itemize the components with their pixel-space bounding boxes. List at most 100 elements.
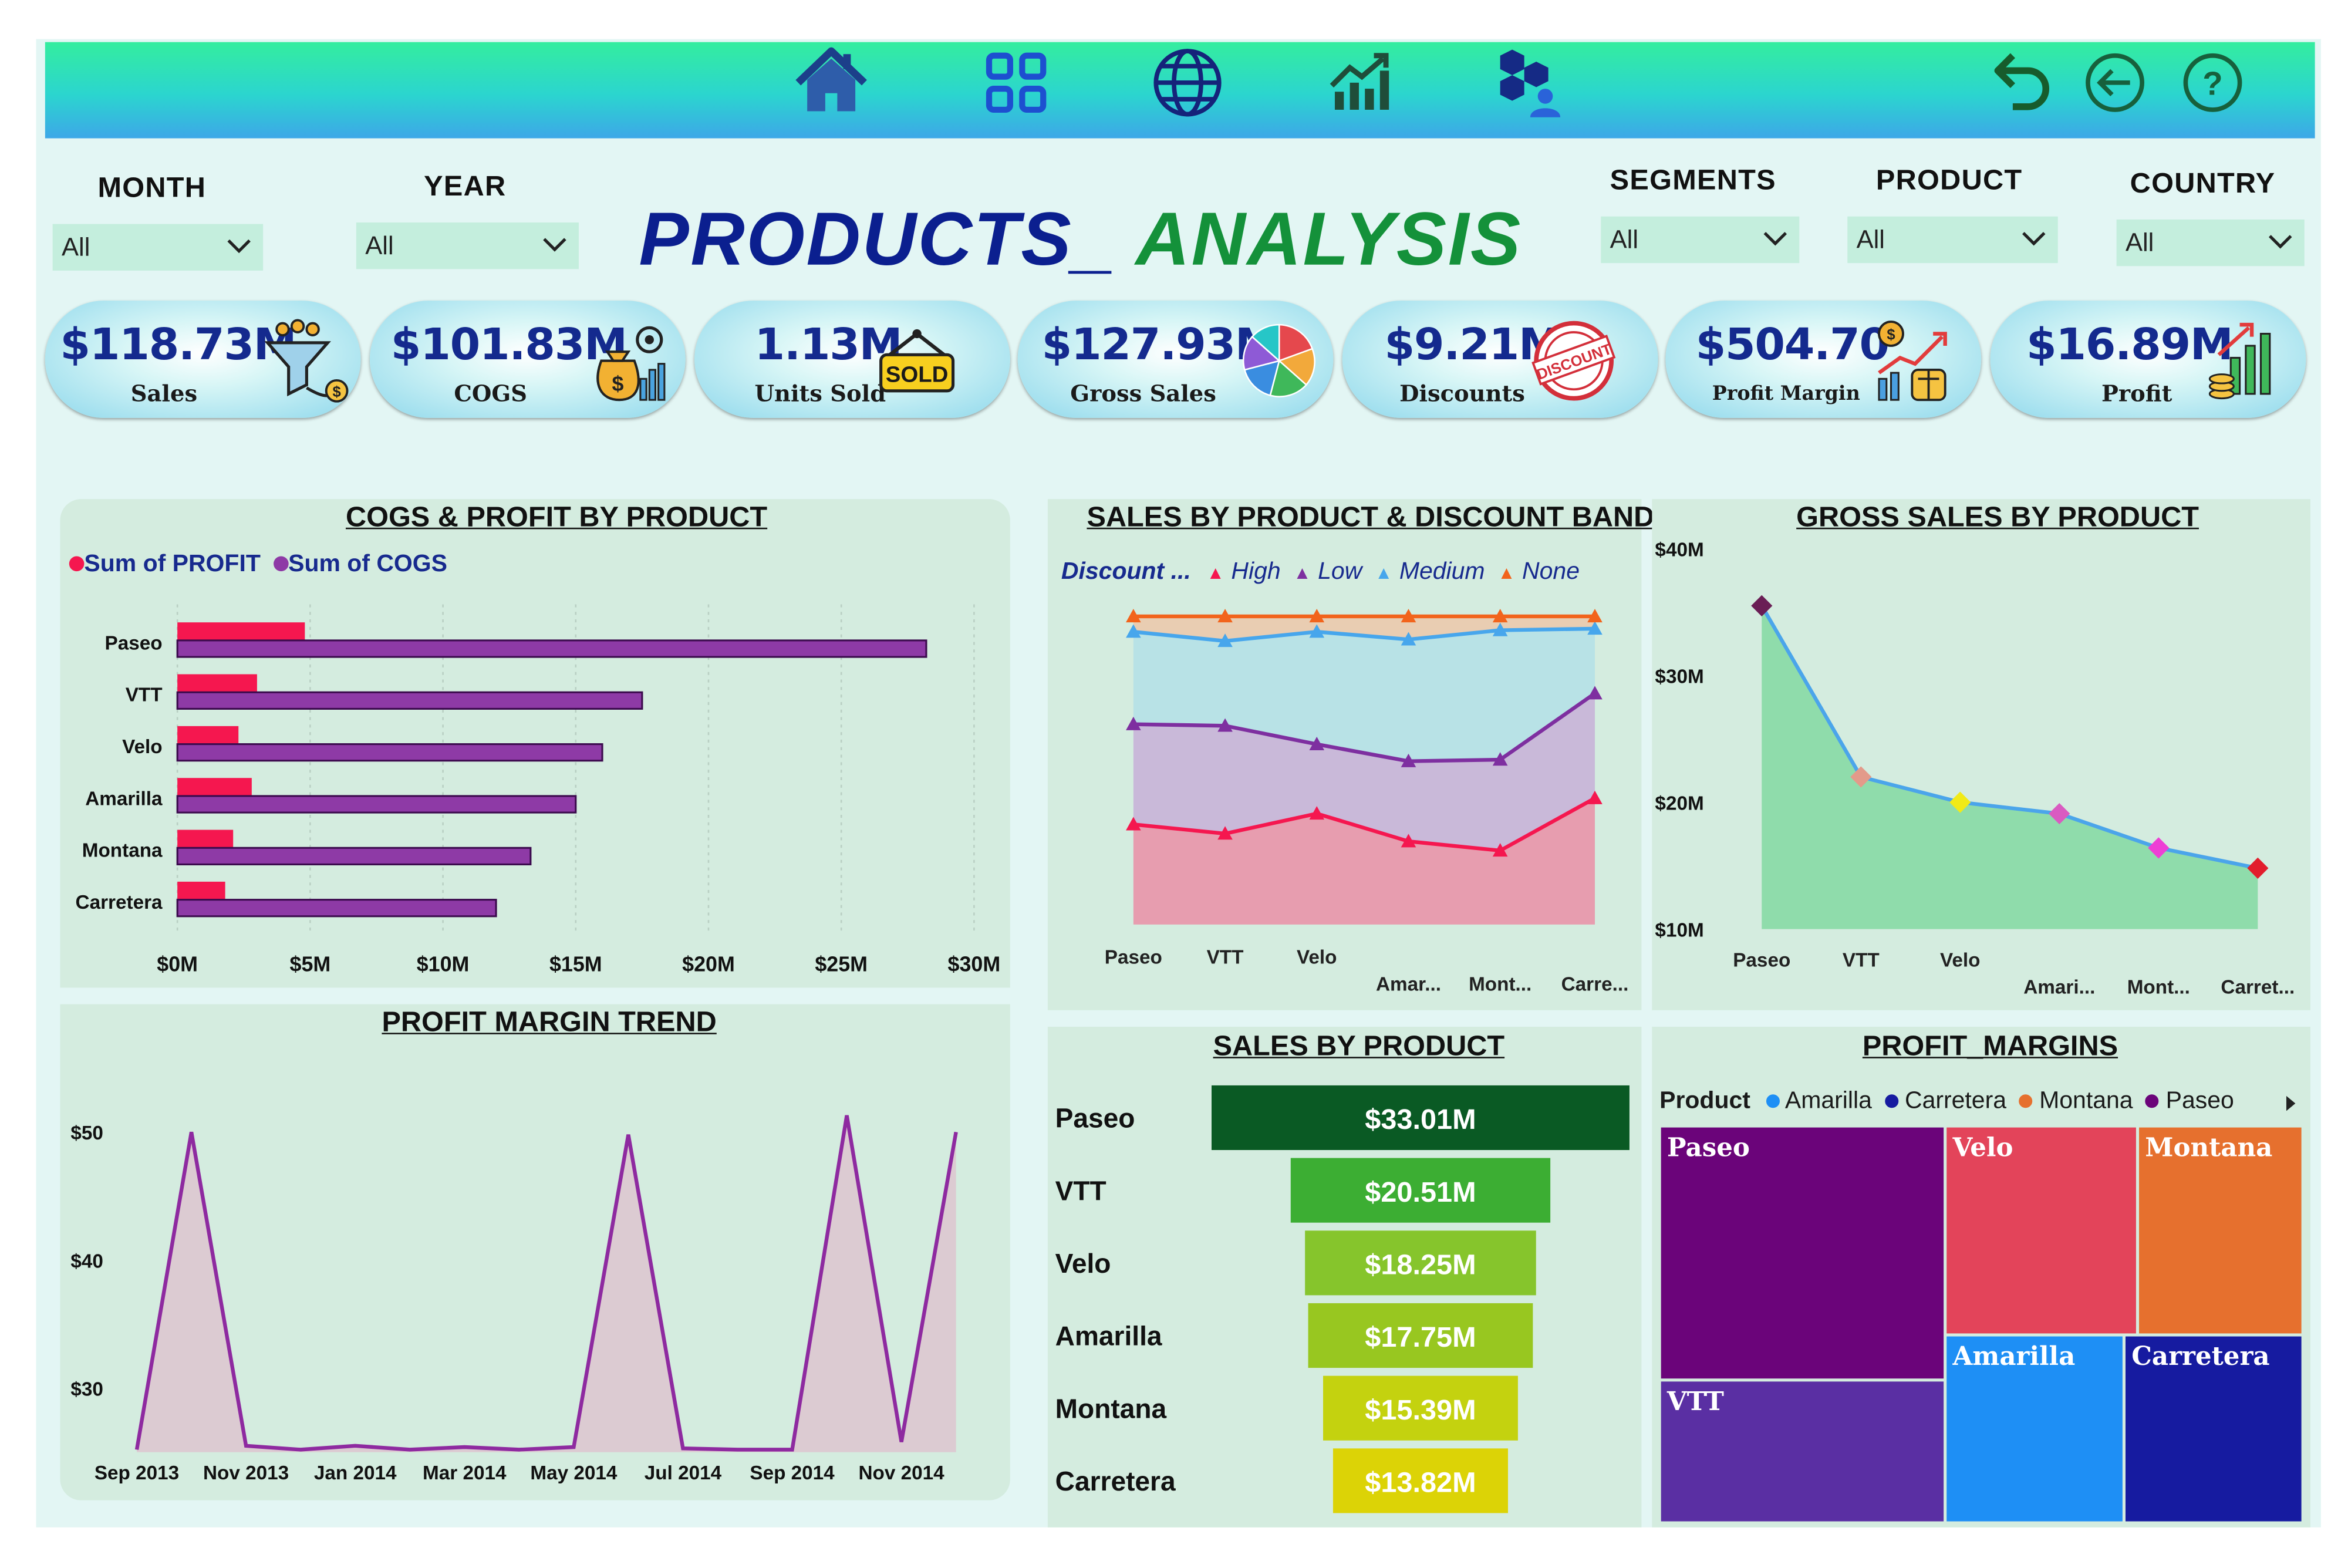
kpi-card-discounts[interactable]: $9.21M Discounts DISCOUNT bbox=[1342, 301, 1658, 418]
growth-chart-icon[interactable] bbox=[1321, 45, 1396, 120]
legend-marker bbox=[1884, 1094, 1898, 1108]
treemap-tile-amarilla[interactable]: Amarilla bbox=[1946, 1336, 2123, 1522]
x-tick-label: $5M bbox=[290, 952, 331, 976]
kpi-card-profit-margin[interactable]: $504.70 Profit Margin $ bbox=[1665, 301, 1982, 418]
sales-funnel-chart: Paseo $33.01M VTT $20.51M Velo $18.25M Amarill… bbox=[1055, 1085, 1630, 1513]
x-tick-label: Velo bbox=[1297, 946, 1337, 968]
category-label: Montana bbox=[82, 840, 163, 862]
chevron-down-icon bbox=[1763, 232, 1787, 246]
bar-cogs bbox=[176, 795, 577, 814]
profit-margins-treemap: Paseo Velo Montana VTT Amarilla Carretera bbox=[1661, 1127, 2302, 1522]
country-filter-dropdown[interactable]: All bbox=[2116, 219, 2305, 267]
x-tick-label: Amari... bbox=[2023, 977, 2095, 999]
legend-label: Amarilla bbox=[1784, 1088, 1872, 1114]
treemap-tile-label: Velo bbox=[1952, 1133, 2013, 1164]
chevron-down-icon bbox=[2268, 235, 2292, 249]
sold-sign-icon: SOLD bbox=[879, 329, 955, 393]
product-filter-dropdown[interactable]: All bbox=[1847, 216, 2058, 264]
treemap-tile-vtt[interactable]: VTT bbox=[1661, 1381, 1944, 1522]
month-filter-dropdown[interactable]: All bbox=[52, 224, 264, 271]
category-label: Carretera bbox=[76, 892, 163, 913]
page-title: PRODUCTS_ ANALYSIS bbox=[639, 195, 1522, 283]
y-tick-label: $50 bbox=[70, 1122, 103, 1144]
category-label: VTT bbox=[126, 684, 163, 706]
category-label: Amarilla bbox=[1055, 1321, 1162, 1351]
bar-cogs bbox=[176, 691, 643, 710]
svg-text:SOLD: SOLD bbox=[886, 362, 949, 387]
month-filter-value: All bbox=[61, 232, 90, 262]
discount-stamp-icon: DISCOUNT bbox=[1531, 321, 1616, 401]
page-title-part1: PRODUCTS_ bbox=[639, 197, 1116, 281]
treemap-tile-paseo[interactable]: Paseo bbox=[1661, 1127, 1944, 1379]
bar-cogs bbox=[176, 639, 927, 658]
bar-cogs bbox=[176, 847, 532, 865]
data-point bbox=[1751, 595, 1773, 616]
bar-profit bbox=[177, 674, 257, 694]
y-tick-label: $40 bbox=[70, 1250, 103, 1272]
bar-cogs bbox=[176, 743, 603, 762]
legend-scroll-right-icon[interactable] bbox=[2283, 1094, 2299, 1112]
x-tick-label: Carret... bbox=[2221, 977, 2295, 999]
help-icon[interactable]: ? bbox=[2175, 45, 2250, 120]
kpi-card-profit[interactable]: $16.89M Profit bbox=[1990, 301, 2306, 418]
bar-cogs bbox=[176, 899, 497, 918]
kpi-value: $118.73M bbox=[60, 318, 296, 370]
category-label: VTT bbox=[1055, 1175, 1106, 1206]
bar-profit bbox=[177, 881, 225, 902]
chevron-down-icon bbox=[543, 238, 566, 252]
kpi-card-gross-sales[interactable]: $127.93M Gross Sales bbox=[1017, 301, 1334, 418]
kpi-label: Sales bbox=[130, 380, 198, 407]
x-tick-label: $0M bbox=[157, 952, 198, 976]
panel-sales-by-product: SALES BY PRODUCT Paseo $33.01M VTT $20.51M V… bbox=[1047, 1027, 1642, 1527]
treemap-tile-montana[interactable]: Montana bbox=[2139, 1127, 2302, 1334]
legend-label: Carretera bbox=[1904, 1088, 2007, 1114]
x-tick-label: Nov 2013 bbox=[203, 1462, 289, 1484]
y-tick-label: $30 bbox=[70, 1378, 103, 1400]
x-tick-label: $15M bbox=[549, 952, 602, 976]
home-icon[interactable] bbox=[794, 45, 869, 120]
product-filter-label: PRODUCT bbox=[1875, 165, 2023, 197]
year-filter-label: YEAR bbox=[424, 171, 507, 203]
x-tick-label: Mont... bbox=[1469, 974, 1531, 996]
segments-filter-dropdown[interactable]: All bbox=[1601, 216, 1800, 264]
left-circle-arrow-icon[interactable] bbox=[2077, 45, 2153, 120]
x-tick-label: $30M bbox=[948, 952, 1001, 976]
apps-grid-icon[interactable] bbox=[979, 45, 1054, 120]
category-label: Montana bbox=[1055, 1393, 1167, 1424]
data-label: $15.39M bbox=[1365, 1394, 1476, 1426]
globe-icon[interactable] bbox=[1150, 45, 1225, 120]
money-bag-gear-icon: $ bbox=[596, 326, 666, 402]
area-fill bbox=[1762, 605, 2258, 929]
panel-title: PROFIT_MARGINS bbox=[1862, 1031, 2118, 1063]
treemap-tile-velo[interactable]: Velo bbox=[1946, 1127, 2136, 1334]
panel-profit-margins: PROFIT_MARGINS Product Amarilla Carreter… bbox=[1652, 1027, 2310, 1527]
x-tick-label: Nov 2014 bbox=[859, 1462, 945, 1484]
sales-discount-chart: Paseo VTT Velo Amar... Mont... Carre... bbox=[1105, 609, 1628, 996]
chart-legend: Product Amarilla Carretera Montana Paseo bbox=[1659, 1088, 2234, 1115]
x-tick-label: Paseo bbox=[1105, 946, 1162, 968]
svg-text:$: $ bbox=[612, 372, 624, 396]
back-arrow-icon[interactable] bbox=[1984, 45, 2059, 120]
x-tick-label: Amar... bbox=[1376, 974, 1441, 996]
pie-chart-icon bbox=[1242, 323, 1315, 397]
bar-profit bbox=[177, 778, 252, 798]
x-tick-label: Velo bbox=[1940, 950, 1980, 972]
country-filter-value: All bbox=[2125, 228, 2154, 257]
category-label: Velo bbox=[1055, 1248, 1111, 1279]
segments-user-icon[interactable] bbox=[1491, 45, 1566, 120]
x-tick-label: Jul 2014 bbox=[645, 1462, 722, 1484]
legend-marker bbox=[1766, 1094, 1780, 1108]
treemap-tile-carretera[interactable]: Carretera bbox=[2125, 1336, 2302, 1522]
x-tick-label: Jan 2014 bbox=[314, 1462, 397, 1484]
funnel-people-icon: $ bbox=[264, 319, 349, 403]
kpi-card-units-sold[interactable]: 1.13M Units Sold SOLD bbox=[694, 301, 1010, 418]
data-label: $17.75M bbox=[1365, 1321, 1476, 1353]
segments-filter-value: All bbox=[1610, 225, 1639, 254]
kpi-card-sales[interactable]: $118.73M Sales $ bbox=[45, 301, 361, 418]
kpi-card-cogs[interactable]: $101.83M COGS $ bbox=[369, 301, 686, 418]
kpi-label: Profit Margin bbox=[1712, 383, 1860, 406]
year-filter-value: All bbox=[365, 231, 394, 261]
year-filter-dropdown[interactable]: All bbox=[356, 222, 579, 269]
legend-marker bbox=[2145, 1094, 2160, 1108]
kpi-label: Units Sold bbox=[754, 380, 886, 407]
